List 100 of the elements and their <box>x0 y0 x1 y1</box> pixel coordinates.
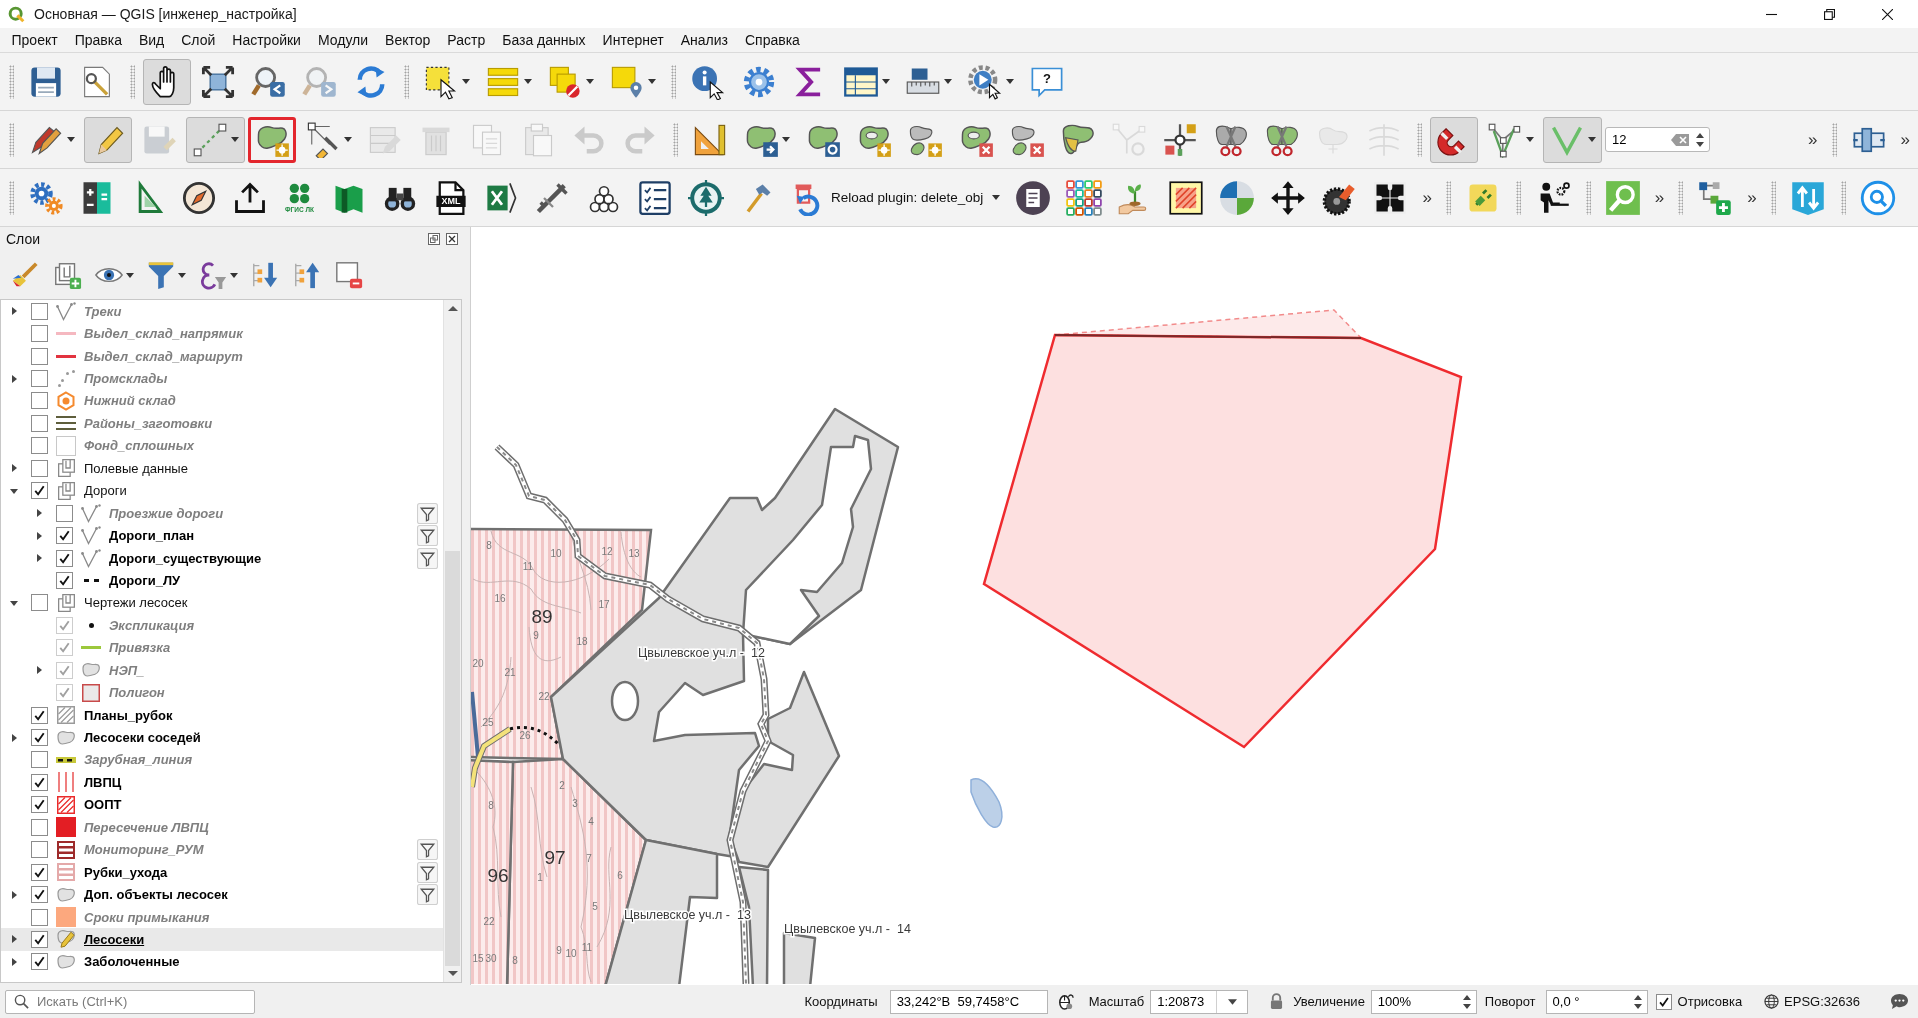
caret-right-icon[interactable] <box>35 509 43 518</box>
spin-arrows-icon[interactable] <box>1632 993 1643 1010</box>
layer-name[interactable]: НЭП_ <box>109 662 145 678</box>
menu-item[interactable]: Справка <box>736 29 809 51</box>
caret-right-icon[interactable] <box>35 554 43 563</box>
layer-checkbox[interactable] <box>31 796 48 814</box>
xml-export-button[interactable]: XML <box>427 174 475 221</box>
layer-name[interactable]: Мониторинг_РУМ <box>84 842 204 858</box>
overflow-button[interactable]: » <box>1895 129 1915 150</box>
layer-name[interactable]: Планы_рубок <box>84 707 173 723</box>
caret-down-icon[interactable] <box>10 598 18 607</box>
caret-right-icon[interactable] <box>35 666 43 675</box>
layer-name[interactable]: Выдел_склад_маршрут <box>84 348 243 364</box>
close-icon[interactable] <box>446 233 458 245</box>
reload-plugin-button[interactable]: Reload plugin: delete_obj <box>784 174 1007 221</box>
rotation-field[interactable]: 0,0 ° <box>1545 989 1648 1014</box>
layer-checkbox[interactable] <box>31 302 48 320</box>
layer-checkbox[interactable] <box>31 482 48 500</box>
layer-checkbox[interactable] <box>31 392 48 410</box>
float-icon[interactable] <box>428 233 440 245</box>
filter-icon[interactable] <box>417 547 438 569</box>
search-field[interactable]: Искать (Ctrl+K) <box>5 989 255 1014</box>
layer-checkbox[interactable] <box>31 370 48 388</box>
layer-checkbox[interactable] <box>56 639 73 657</box>
caret-right-icon[interactable] <box>10 890 18 899</box>
lock-icon[interactable] <box>1270 993 1284 1010</box>
add-polygon-button[interactable] <box>248 116 296 163</box>
layer-name[interactable]: Доп. объекты лесосек <box>84 887 228 903</box>
layer-checkbox[interactable] <box>56 527 73 545</box>
layer-checkbox[interactable] <box>31 594 48 612</box>
scrollbar-thumb[interactable] <box>445 551 460 966</box>
layer-checkbox[interactable] <box>31 437 48 455</box>
layer-checkbox[interactable] <box>31 751 48 769</box>
group-name[interactable]: Чертежи лесосек <box>84 595 188 611</box>
layer-name[interactable]: Районы_заготовки <box>84 415 213 431</box>
overflow-button[interactable]: » <box>1803 129 1823 150</box>
layer-checkbox[interactable] <box>31 841 48 859</box>
layer-name[interactable]: Нижний склад <box>84 393 176 409</box>
layer-name[interactable]: Треки <box>84 303 122 319</box>
spin-arrows-icon[interactable] <box>1695 131 1705 148</box>
filter-icon[interactable] <box>417 525 438 547</box>
layer-name[interactable]: Промсклады <box>84 371 168 387</box>
layer-checkbox[interactable] <box>31 414 48 432</box>
chat-bubble-icon[interactable] <box>1890 993 1909 1010</box>
layer-checkbox[interactable] <box>56 549 73 567</box>
caret-right-icon[interactable] <box>35 531 43 540</box>
menu-item[interactable]: Вид <box>130 29 173 51</box>
menu-item[interactable]: Анализ <box>672 29 737 51</box>
filter-icon[interactable] <box>417 884 438 906</box>
layer-name[interactable]: ЛВПЦ <box>84 774 122 790</box>
layer-checkbox[interactable] <box>31 729 48 747</box>
filter-icon[interactable] <box>417 861 438 883</box>
layer-name[interactable]: Зарубная_линия <box>84 752 193 768</box>
render-checkbox[interactable] <box>1655 993 1672 1010</box>
add-line-button[interactable] <box>186 116 245 163</box>
layer-name[interactable]: Лесосеки соседей <box>84 730 201 746</box>
caret-right-icon[interactable] <box>10 733 18 742</box>
layer-name[interactable]: Заболоченные <box>84 954 180 970</box>
layer-name[interactable]: Пересечение ЛВПЦ <box>84 819 209 835</box>
caret-down-icon[interactable] <box>10 486 18 495</box>
layer-checkbox[interactable] <box>31 930 48 948</box>
magnifier-field[interactable]: 100% <box>1370 989 1477 1014</box>
crs-button[interactable]: EPSG:32636 <box>1764 994 1860 1009</box>
layer-name[interactable]: Экспликация <box>109 617 195 633</box>
scrollbar[interactable] <box>443 300 461 982</box>
layer-name[interactable]: Дороги_существующие <box>109 550 262 566</box>
snapping-button[interactable] <box>1430 116 1478 163</box>
caret-right-icon[interactable] <box>10 374 18 383</box>
layer-checkbox[interactable] <box>31 459 48 477</box>
menu-item[interactable]: Вектор <box>376 29 439 51</box>
layer-name[interactable]: Проезжие дороги <box>109 505 224 521</box>
spin-arrows-icon[interactable] <box>1461 993 1472 1010</box>
layer-name[interactable]: ООПТ <box>84 797 122 813</box>
pan-button[interactable] <box>143 58 191 105</box>
layer-checkbox[interactable] <box>56 661 73 679</box>
layer-name[interactable]: Рубки_ухода <box>84 864 168 880</box>
number-field[interactable]: 12 <box>1605 127 1710 152</box>
menu-item[interactable]: Проект <box>3 29 67 51</box>
help-button[interactable]: ? <box>1023 58 1071 105</box>
layer-checkbox[interactable] <box>31 818 48 836</box>
layer-name[interactable]: Дороги_план <box>109 528 195 544</box>
overflow-button[interactable]: » <box>1649 187 1670 208</box>
overflow-button[interactable]: » <box>1417 187 1437 208</box>
layer-checkbox[interactable] <box>31 706 48 724</box>
scroll-up-icon[interactable] <box>447 305 458 311</box>
menu-item[interactable]: Слой <box>172 29 224 51</box>
layer-checkbox[interactable] <box>31 773 48 791</box>
layer-name[interactable]: Привязка <box>109 640 171 656</box>
layer-checkbox[interactable] <box>31 953 48 971</box>
group-name[interactable]: Полевые данные <box>84 460 188 476</box>
coordinate-field[interactable]: 33,242°В 59,7458°С <box>889 989 1048 1014</box>
layer-checkbox[interactable] <box>31 886 48 904</box>
caret-right-icon[interactable] <box>10 957 18 966</box>
overflow-button[interactable]: » <box>1742 187 1762 208</box>
layer-name[interactable]: Лесосеки <box>84 931 145 947</box>
layer-checkbox[interactable] <box>56 571 73 589</box>
layer-checkbox[interactable] <box>56 504 73 522</box>
layer-checkbox[interactable] <box>31 347 48 365</box>
menu-item[interactable]: Настройки <box>223 29 310 51</box>
caret-right-icon[interactable] <box>10 464 18 473</box>
